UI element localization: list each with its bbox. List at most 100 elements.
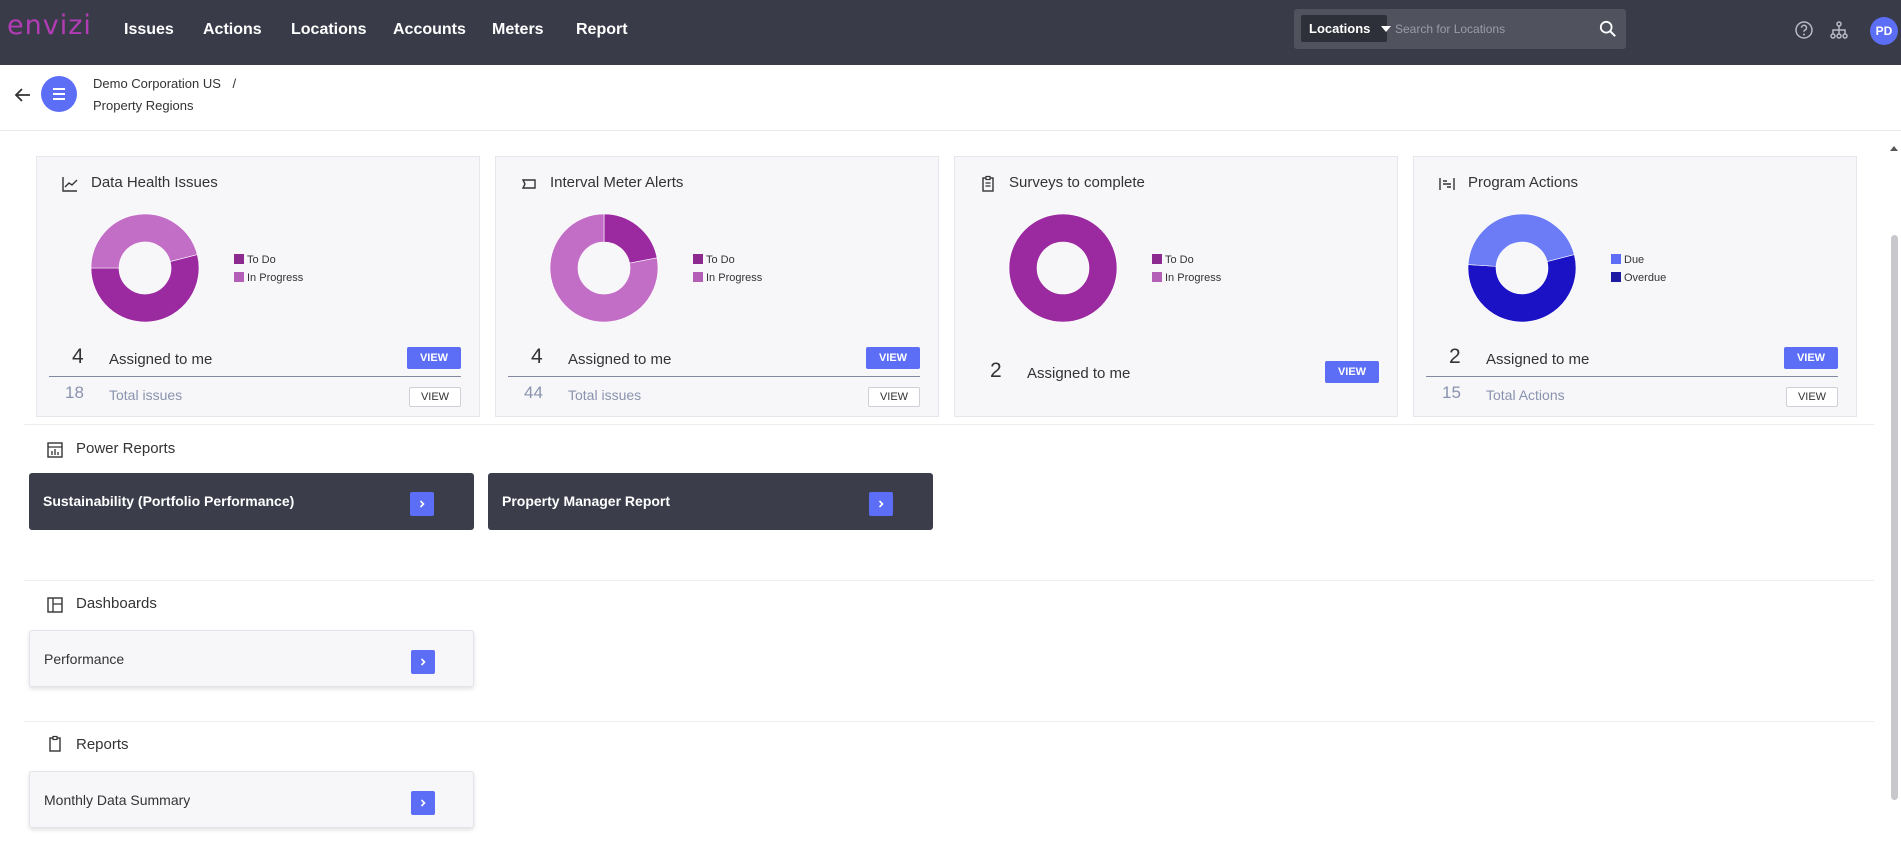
- caret-down-icon: [1381, 26, 1391, 32]
- legend-item-in-progress: In Progress: [693, 272, 762, 290]
- back-arrow-icon[interactable]: [13, 85, 33, 105]
- total-count: 44: [524, 383, 543, 402]
- widget-program-actions: Program Actions Due Overdue 2 Assigned t…: [1413, 156, 1857, 417]
- total-row: 15 Total Actions VIEW: [1426, 377, 1838, 411]
- chevron-right-icon: [878, 500, 884, 508]
- search-scope-select[interactable]: Locations: [1301, 15, 1391, 42]
- assigned-label: Assigned to me: [109, 351, 213, 368]
- legend-item-due: Due: [1611, 254, 1666, 272]
- envizi-logo[interactable]: envizi: [7, 10, 92, 41]
- dashboard-icon: [47, 597, 63, 613]
- hierarchy-icon[interactable]: [1829, 20, 1849, 40]
- line-chart-icon: [62, 177, 78, 192]
- total-row: 18 Total issues VIEW: [49, 377, 461, 411]
- chevron-right-icon: [419, 500, 425, 508]
- search-input[interactable]: [1395, 16, 1585, 42]
- widget-title: Program Actions: [1468, 174, 1579, 191]
- report-label: Monthly Data Summary: [44, 792, 191, 808]
- section-divider: [24, 721, 1874, 722]
- top-nav-bar: envizi Issues Actions Locations Accounts…: [0, 0, 1901, 65]
- chevron-right-icon: [420, 658, 426, 666]
- chart-legend: To Do In Progress: [693, 254, 762, 290]
- power-report-label: Property Manager Report: [502, 493, 671, 509]
- donut-segment-to-do[interactable]: [603, 213, 658, 264]
- section-title-reports: Reports: [76, 736, 129, 753]
- widget-title: Interval Meter Alerts: [550, 174, 684, 191]
- meter-icon: [521, 179, 536, 189]
- open-report-button[interactable]: [869, 492, 893, 516]
- total-count: 15: [1442, 383, 1461, 402]
- power-report-card[interactable]: Property Manager Report: [488, 473, 933, 530]
- widget-interval-meter-alerts: Interval Meter Alerts To Do In Progress …: [495, 156, 939, 417]
- help-icon[interactable]: [1794, 20, 1814, 40]
- legend-item-todo: To Do: [1152, 254, 1221, 272]
- total-count: 18: [65, 383, 84, 402]
- section-title-power-reports: Power Reports: [76, 440, 176, 457]
- chart-legend: To Do In Progress: [234, 254, 303, 290]
- report-card[interactable]: Monthly Data Summary: [29, 771, 474, 828]
- nav-meters[interactable]: Meters: [492, 21, 544, 39]
- total-label: Total Actions: [1486, 387, 1565, 403]
- breadcrumb-current: Property Regions: [93, 98, 194, 113]
- search-box: Locations: [1294, 9, 1626, 49]
- search-scope-label: Locations: [1309, 21, 1371, 36]
- scrollbar-thumb[interactable]: [1891, 235, 1898, 800]
- view-total-button[interactable]: VIEW: [409, 387, 461, 407]
- assigned-count: 2: [990, 359, 1002, 382]
- power-report-label: Sustainability (Portfolio Performance): [43, 493, 295, 509]
- view-total-button[interactable]: VIEW: [868, 387, 920, 407]
- nav-locations[interactable]: Locations: [291, 21, 367, 39]
- legend-item-in-progress: In Progress: [234, 272, 303, 290]
- view-assigned-button[interactable]: VIEW: [407, 347, 461, 369]
- section-divider: [24, 424, 1874, 425]
- total-label: Total issues: [568, 387, 642, 403]
- open-report-button[interactable]: [410, 492, 434, 516]
- clipboard-icon: [982, 175, 994, 192]
- section-divider: [24, 580, 1874, 581]
- view-assigned-button[interactable]: VIEW: [1325, 361, 1379, 383]
- breadcrumb-parent[interactable]: Demo Corporation US /: [93, 76, 236, 91]
- power-report-icon: [47, 442, 63, 458]
- legend-item-todo: To Do: [234, 254, 303, 272]
- nav-issues[interactable]: Issues: [124, 21, 174, 39]
- legend-item-todo: To Do: [693, 254, 762, 272]
- donut-chart: [1008, 213, 1118, 323]
- breadcrumb-parent-label[interactable]: Demo Corporation US: [93, 76, 221, 91]
- open-report-button[interactable]: [411, 791, 435, 815]
- assigned-count: 4: [72, 345, 84, 368]
- dashboard-label: Performance: [44, 651, 125, 667]
- assigned-label: Assigned to me: [1027, 365, 1131, 382]
- nav-accounts[interactable]: Accounts: [393, 21, 466, 39]
- assigned-count: 4: [531, 345, 543, 368]
- breadcrumb-separator: /: [232, 76, 237, 91]
- assigned-row: 2 Assigned to me VIEW: [1426, 341, 1838, 375]
- view-assigned-button[interactable]: VIEW: [866, 347, 920, 369]
- power-report-card[interactable]: Sustainability (Portfolio Performance): [29, 473, 474, 530]
- search-icon[interactable]: [1599, 20, 1617, 38]
- menu-button[interactable]: [41, 76, 77, 112]
- assigned-count: 2: [1449, 345, 1461, 368]
- total-row: 44 Total issues VIEW: [508, 377, 920, 411]
- assigned-label: Assigned to me: [568, 351, 672, 368]
- widget-surveys-to-complete: Surveys to complete To Do In Progress 2 …: [954, 156, 1398, 417]
- user-avatar[interactable]: PD: [1870, 17, 1898, 45]
- widget-data-health-issues: Data Health Issues To Do In Progress 4 A…: [36, 156, 480, 417]
- nav-report[interactable]: Report: [576, 21, 628, 39]
- donut-segment-due[interactable]: [1467, 213, 1575, 267]
- view-assigned-button[interactable]: VIEW: [1784, 347, 1838, 369]
- nav-actions[interactable]: Actions: [203, 21, 262, 39]
- hamburger-icon: [53, 88, 65, 100]
- donut-chart: [549, 213, 659, 323]
- open-dashboard-button[interactable]: [411, 650, 435, 674]
- dashboard-card[interactable]: Performance: [29, 630, 474, 687]
- view-total-button[interactable]: VIEW: [1786, 387, 1838, 407]
- program-icon: [1439, 178, 1455, 190]
- assigned-row: 4 Assigned to me VIEW: [49, 341, 461, 375]
- chart-legend: Due Overdue: [1611, 254, 1666, 290]
- scroll-up-arrow-icon[interactable]: [1890, 146, 1898, 151]
- section-title-dashboards: Dashboards: [76, 595, 157, 612]
- legend-item-in-progress: In Progress: [1152, 272, 1221, 290]
- donut-segment-to-do[interactable]: [1008, 213, 1118, 323]
- assigned-label: Assigned to me: [1486, 351, 1590, 368]
- clipboard-icon: [49, 735, 61, 752]
